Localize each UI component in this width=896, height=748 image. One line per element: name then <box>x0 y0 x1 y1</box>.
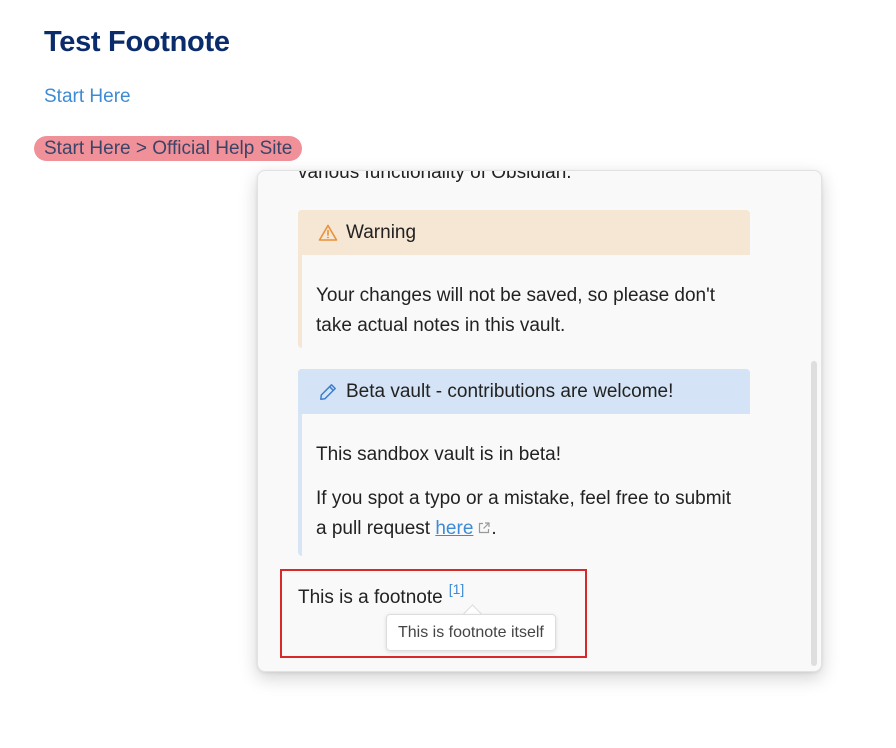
warning-callout: Warning Your changes will not be saved, … <box>298 210 750 348</box>
hover-preview-popover[interactable]: various functionality of Obsidian. Warni… <box>257 170 822 672</box>
beta-callout-text-2-suffix: . <box>491 518 497 539</box>
beta-callout-text-2-prefix: If you spot a typo or a mistake, feel fr… <box>316 488 732 539</box>
footnote-tooltip: This is footnote itself <box>386 614 556 651</box>
beta-callout-text-1: This sandbox vault is in beta! <box>316 444 562 465</box>
start-here-link[interactable]: Start Here <box>44 86 131 108</box>
warning-callout-text: Your changes will not be saved, so pleas… <box>316 285 716 336</box>
external-link-icon <box>477 515 491 534</box>
warning-triangle-icon <box>318 223 338 243</box>
warning-callout-body: Your changes will not be saved, so pleas… <box>298 255 750 341</box>
pencil-icon <box>318 382 338 402</box>
popover-scrollbar[interactable] <box>811 361 817 666</box>
highlighted-breadcrumb-link[interactable]: Start Here > Official Help Site <box>34 136 303 161</box>
warning-callout-header: Warning <box>298 210 750 255</box>
page-title: Test Footnote <box>44 26 230 58</box>
beta-callout-body: This sandbox vault is in beta! If you sp… <box>298 414 750 544</box>
popover-content: various functionality of Obsidian. Warni… <box>258 171 821 671</box>
pull-request-link[interactable]: here <box>435 518 473 539</box>
warning-callout-title: Warning <box>346 221 417 243</box>
beta-callout-text-2: If you spot a typo or a mistake, feel fr… <box>316 484 732 544</box>
page: Test Footnote Start Here Start Here > Of… <box>0 0 896 748</box>
footnote-line: This is a footnote [1] <box>298 581 464 609</box>
beta-callout: Beta vault - contributions are welcome! … <box>298 369 750 556</box>
truncated-text: various functionality of Obsidian. <box>298 170 572 183</box>
footnote-reference-link[interactable]: [1] <box>449 581 465 597</box>
footnote-text: This is a footnote <box>298 587 443 608</box>
beta-callout-title: Beta vault - contributions are welcome! <box>346 380 674 402</box>
beta-callout-header: Beta vault - contributions are welcome! <box>298 369 750 414</box>
